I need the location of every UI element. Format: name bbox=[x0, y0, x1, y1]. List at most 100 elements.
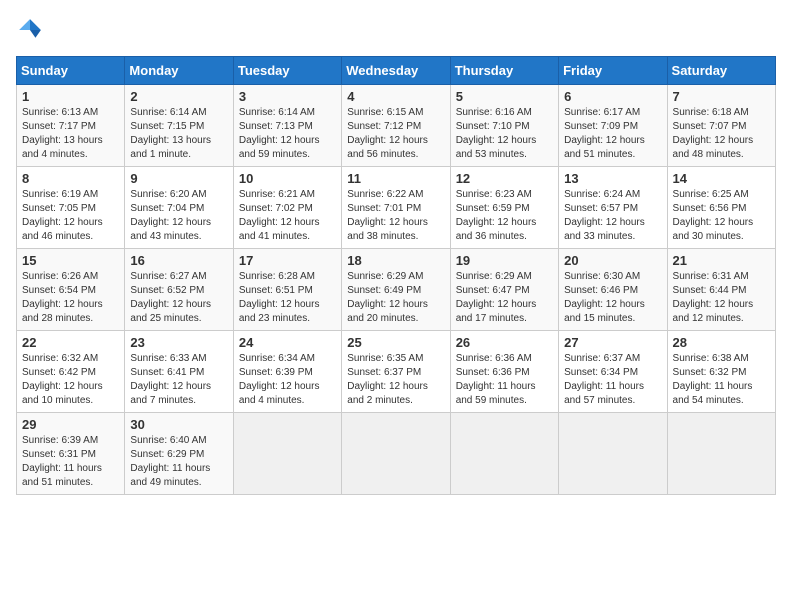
calendar-cell: 19 Sunrise: 6:29 AMSunset: 6:47 PMDaylig… bbox=[450, 249, 558, 331]
calendar-cell: 28 Sunrise: 6:38 AMSunset: 6:32 PMDaylig… bbox=[667, 331, 775, 413]
calendar-cell: 21 Sunrise: 6:31 AMSunset: 6:44 PMDaylig… bbox=[667, 249, 775, 331]
calendar-cell: 26 Sunrise: 6:36 AMSunset: 6:36 PMDaylig… bbox=[450, 331, 558, 413]
day-number: 26 bbox=[456, 335, 553, 350]
day-number: 25 bbox=[347, 335, 444, 350]
day-number: 30 bbox=[130, 417, 227, 432]
calendar-cell: 13 Sunrise: 6:24 AMSunset: 6:57 PMDaylig… bbox=[559, 167, 667, 249]
calendar-cell: 5 Sunrise: 6:16 AMSunset: 7:10 PMDayligh… bbox=[450, 85, 558, 167]
day-number: 10 bbox=[239, 171, 336, 186]
day-number: 11 bbox=[347, 171, 444, 186]
day-number: 19 bbox=[456, 253, 553, 268]
calendar-cell bbox=[559, 413, 667, 495]
day-number: 6 bbox=[564, 89, 661, 104]
calendar-row: 22 Sunrise: 6:32 AMSunset: 6:42 PMDaylig… bbox=[17, 331, 776, 413]
weekday-header: Sunday bbox=[17, 57, 125, 85]
calendar-header-row: SundayMondayTuesdayWednesdayThursdayFrid… bbox=[17, 57, 776, 85]
day-info: Sunrise: 6:39 AMSunset: 6:31 PMDaylight:… bbox=[22, 435, 102, 488]
calendar-cell: 9 Sunrise: 6:20 AMSunset: 7:04 PMDayligh… bbox=[125, 167, 233, 249]
day-info: Sunrise: 6:14 AMSunset: 7:15 PMDaylight:… bbox=[130, 107, 211, 160]
day-number: 5 bbox=[456, 89, 553, 104]
calendar-table: SundayMondayTuesdayWednesdayThursdayFrid… bbox=[16, 56, 776, 495]
day-number: 15 bbox=[22, 253, 119, 268]
calendar-cell: 16 Sunrise: 6:27 AMSunset: 6:52 PMDaylig… bbox=[125, 249, 233, 331]
day-number: 14 bbox=[673, 171, 770, 186]
calendar-cell: 7 Sunrise: 6:18 AMSunset: 7:07 PMDayligh… bbox=[667, 85, 775, 167]
day-number: 18 bbox=[347, 253, 444, 268]
calendar-cell: 12 Sunrise: 6:23 AMSunset: 6:59 PMDaylig… bbox=[450, 167, 558, 249]
weekday-header: Tuesday bbox=[233, 57, 341, 85]
calendar-cell: 29 Sunrise: 6:39 AMSunset: 6:31 PMDaylig… bbox=[17, 413, 125, 495]
day-number: 8 bbox=[22, 171, 119, 186]
calendar-cell: 14 Sunrise: 6:25 AMSunset: 6:56 PMDaylig… bbox=[667, 167, 775, 249]
calendar-cell: 23 Sunrise: 6:33 AMSunset: 6:41 PMDaylig… bbox=[125, 331, 233, 413]
day-number: 28 bbox=[673, 335, 770, 350]
logo-icon bbox=[16, 16, 44, 44]
day-info: Sunrise: 6:18 AMSunset: 7:07 PMDaylight:… bbox=[673, 107, 754, 160]
calendar-cell: 15 Sunrise: 6:26 AMSunset: 6:54 PMDaylig… bbox=[17, 249, 125, 331]
calendar-cell: 30 Sunrise: 6:40 AMSunset: 6:29 PMDaylig… bbox=[125, 413, 233, 495]
calendar-cell: 1 Sunrise: 6:13 AMSunset: 7:17 PMDayligh… bbox=[17, 85, 125, 167]
logo bbox=[16, 16, 48, 44]
day-info: Sunrise: 6:38 AMSunset: 6:32 PMDaylight:… bbox=[673, 353, 753, 406]
day-number: 4 bbox=[347, 89, 444, 104]
day-number: 23 bbox=[130, 335, 227, 350]
day-info: Sunrise: 6:29 AMSunset: 6:47 PMDaylight:… bbox=[456, 271, 537, 324]
day-number: 16 bbox=[130, 253, 227, 268]
day-number: 27 bbox=[564, 335, 661, 350]
calendar-cell: 4 Sunrise: 6:15 AMSunset: 7:12 PMDayligh… bbox=[342, 85, 450, 167]
day-info: Sunrise: 6:15 AMSunset: 7:12 PMDaylight:… bbox=[347, 107, 428, 160]
day-number: 20 bbox=[564, 253, 661, 268]
day-number: 7 bbox=[673, 89, 770, 104]
day-number: 9 bbox=[130, 171, 227, 186]
calendar-cell: 2 Sunrise: 6:14 AMSunset: 7:15 PMDayligh… bbox=[125, 85, 233, 167]
day-info: Sunrise: 6:36 AMSunset: 6:36 PMDaylight:… bbox=[456, 353, 536, 406]
day-number: 17 bbox=[239, 253, 336, 268]
day-number: 12 bbox=[456, 171, 553, 186]
day-info: Sunrise: 6:30 AMSunset: 6:46 PMDaylight:… bbox=[564, 271, 645, 324]
page-header bbox=[16, 16, 776, 44]
calendar-cell bbox=[342, 413, 450, 495]
day-number: 29 bbox=[22, 417, 119, 432]
calendar-cell: 11 Sunrise: 6:22 AMSunset: 7:01 PMDaylig… bbox=[342, 167, 450, 249]
day-info: Sunrise: 6:28 AMSunset: 6:51 PMDaylight:… bbox=[239, 271, 320, 324]
day-number: 3 bbox=[239, 89, 336, 104]
calendar-cell: 18 Sunrise: 6:29 AMSunset: 6:49 PMDaylig… bbox=[342, 249, 450, 331]
calendar-row: 29 Sunrise: 6:39 AMSunset: 6:31 PMDaylig… bbox=[17, 413, 776, 495]
calendar-cell: 6 Sunrise: 6:17 AMSunset: 7:09 PMDayligh… bbox=[559, 85, 667, 167]
calendar-row: 1 Sunrise: 6:13 AMSunset: 7:17 PMDayligh… bbox=[17, 85, 776, 167]
day-info: Sunrise: 6:22 AMSunset: 7:01 PMDaylight:… bbox=[347, 189, 428, 242]
weekday-header: Friday bbox=[559, 57, 667, 85]
weekday-header: Monday bbox=[125, 57, 233, 85]
weekday-header: Wednesday bbox=[342, 57, 450, 85]
weekday-header: Saturday bbox=[667, 57, 775, 85]
calendar-row: 8 Sunrise: 6:19 AMSunset: 7:05 PMDayligh… bbox=[17, 167, 776, 249]
day-info: Sunrise: 6:16 AMSunset: 7:10 PMDaylight:… bbox=[456, 107, 537, 160]
calendar-cell: 24 Sunrise: 6:34 AMSunset: 6:39 PMDaylig… bbox=[233, 331, 341, 413]
day-info: Sunrise: 6:34 AMSunset: 6:39 PMDaylight:… bbox=[239, 353, 320, 406]
day-number: 13 bbox=[564, 171, 661, 186]
day-info: Sunrise: 6:31 AMSunset: 6:44 PMDaylight:… bbox=[673, 271, 754, 324]
day-info: Sunrise: 6:27 AMSunset: 6:52 PMDaylight:… bbox=[130, 271, 211, 324]
calendar-row: 15 Sunrise: 6:26 AMSunset: 6:54 PMDaylig… bbox=[17, 249, 776, 331]
day-info: Sunrise: 6:24 AMSunset: 6:57 PMDaylight:… bbox=[564, 189, 645, 242]
day-info: Sunrise: 6:13 AMSunset: 7:17 PMDaylight:… bbox=[22, 107, 103, 160]
day-number: 22 bbox=[22, 335, 119, 350]
day-info: Sunrise: 6:25 AMSunset: 6:56 PMDaylight:… bbox=[673, 189, 754, 242]
calendar-cell bbox=[667, 413, 775, 495]
calendar-cell: 27 Sunrise: 6:37 AMSunset: 6:34 PMDaylig… bbox=[559, 331, 667, 413]
day-info: Sunrise: 6:40 AMSunset: 6:29 PMDaylight:… bbox=[130, 435, 210, 488]
calendar-cell: 3 Sunrise: 6:14 AMSunset: 7:13 PMDayligh… bbox=[233, 85, 341, 167]
day-info: Sunrise: 6:33 AMSunset: 6:41 PMDaylight:… bbox=[130, 353, 211, 406]
calendar-cell: 22 Sunrise: 6:32 AMSunset: 6:42 PMDaylig… bbox=[17, 331, 125, 413]
weekday-header: Thursday bbox=[450, 57, 558, 85]
calendar-cell: 17 Sunrise: 6:28 AMSunset: 6:51 PMDaylig… bbox=[233, 249, 341, 331]
day-number: 2 bbox=[130, 89, 227, 104]
calendar-cell bbox=[450, 413, 558, 495]
day-info: Sunrise: 6:20 AMSunset: 7:04 PMDaylight:… bbox=[130, 189, 211, 242]
day-info: Sunrise: 6:26 AMSunset: 6:54 PMDaylight:… bbox=[22, 271, 103, 324]
day-info: Sunrise: 6:14 AMSunset: 7:13 PMDaylight:… bbox=[239, 107, 320, 160]
day-info: Sunrise: 6:35 AMSunset: 6:37 PMDaylight:… bbox=[347, 353, 428, 406]
day-info: Sunrise: 6:23 AMSunset: 6:59 PMDaylight:… bbox=[456, 189, 537, 242]
day-info: Sunrise: 6:29 AMSunset: 6:49 PMDaylight:… bbox=[347, 271, 428, 324]
day-number: 24 bbox=[239, 335, 336, 350]
